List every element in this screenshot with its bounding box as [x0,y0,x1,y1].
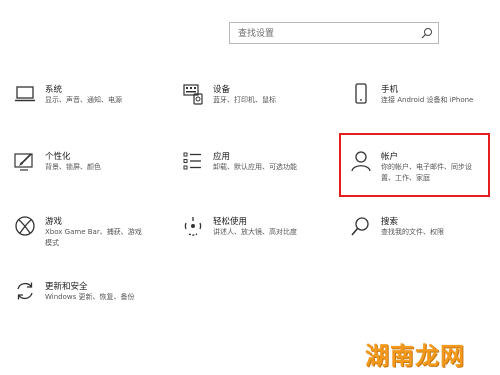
search-placeholder: 查找设置 [238,29,275,39]
item-title: 轻松使用 [213,217,248,227]
xbox-icon [15,216,35,236]
item-desc: Xbox Game Bar、捕获、游戏 模式 [45,227,142,249]
item-desc: 显示、声音、通知、电源 [45,96,122,104]
apps-list-icon [183,152,201,170]
item-desc: Windows 更新、恢复、备份 [45,293,135,301]
item-title: 设备 [213,85,231,95]
item-title: 应用 [213,152,231,162]
item-title: 游戏 [45,217,63,227]
paint-icon [14,153,33,171]
item-desc: 蓝牙、打印机、鼠标 [213,96,276,104]
search-box[interactable]: 查找设置 [229,22,439,44]
item-desc-line: Xbox Game Bar、捕获、游戏 [45,228,142,236]
phone-icon [355,83,367,104]
item-desc: 卸载、默认应用、可选功能 [213,163,297,171]
item-title: 手机 [381,85,399,95]
item-title: 更新和安全 [45,282,88,292]
item-title: 个性化 [45,152,71,162]
highlight-box [339,133,490,197]
search-icon [421,28,432,39]
item-desc-line: 模式 [45,239,59,247]
search-icon [351,217,369,236]
watermark: 湖南龙网 [365,342,465,370]
item-desc: 背景、锁屏、颜色 [45,163,101,171]
update-icon [17,282,33,300]
item-desc: 讲述人、放大镜、高对比度 [213,228,297,236]
item-title: 搜索 [381,217,399,227]
laptop-icon [15,86,35,102]
item-desc: 查找我的文件、权限 [381,228,444,236]
item-desc: 连接 Android 设备和 iPhone [381,96,474,104]
keyboard-printer-icon [183,84,203,105]
ease-of-access-icon [184,217,202,236]
item-title: 系统 [45,85,63,95]
